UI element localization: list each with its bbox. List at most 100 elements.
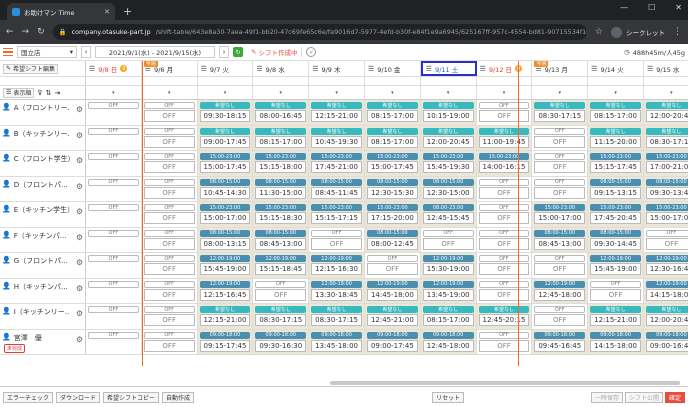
employee-cell[interactable]: 👤 F（キッチンパ... ⚙ [0, 227, 86, 252]
shift-cell[interactable]: 08:00-15:00 08:45-11:45 [309, 176, 365, 201]
employee-cell[interactable]: 👤 B（キッチンリー... ⚙ [0, 125, 86, 150]
shift-cell[interactable]: OFF OFF [532, 151, 589, 176]
shift-cell[interactable]: 15:00-23:0015:00-17:00 [197, 202, 254, 227]
forward-icon[interactable]: → [22, 27, 30, 37]
shift-publish-button[interactable]: シフト公開 [624, 391, 663, 403]
shift-cell[interactable]: 15:00-23:00 15:15-17:15 [309, 202, 365, 227]
shift-cell[interactable]: 希望なし 08:00-16:45 [253, 100, 310, 125]
shift-time[interactable]: OFF [311, 237, 362, 250]
star-icon[interactable]: ☆ [595, 27, 603, 37]
shift-cell[interactable]: OFF [86, 227, 142, 252]
shift-cell[interactable]: 15:00-23:00 15:15-18:00 [253, 151, 310, 176]
day-header-1[interactable]: ☰ 9/6 月今週 [142, 61, 198, 76]
shift-cell[interactable]: OFF OFF [477, 278, 533, 303]
shift-time[interactable]: 08:15-17:00 [255, 135, 307, 148]
shift-cell[interactable]: OFF OFF [142, 151, 198, 176]
shift-cell[interactable]: 12:00-19:00 13:45-19:00 [420, 278, 477, 303]
shift-cell[interactable]: 08:00-15:00 10:45-14:30 [197, 176, 254, 201]
shift-time[interactable]: OFF [143, 212, 195, 224]
shift-cell[interactable]: OFF OFF [477, 227, 533, 252]
shift-cell[interactable]: OFF OFF [532, 176, 589, 201]
day-sort-cell[interactable]: ▾ [644, 86, 688, 99]
shift-time[interactable]: 15:45-19:30 [422, 161, 474, 173]
maximize-icon[interactable]: ☐ [648, 3, 655, 12]
reload-icon[interactable]: ↻ [37, 27, 45, 37]
shift-cell[interactable]: 15:00-23:00 15:45-19:30 [420, 151, 477, 176]
shift-time[interactable]: 15:30-19:00 [422, 263, 474, 275]
shift-cell[interactable]: 希望なし08:30-17:15 [309, 304, 365, 329]
shift-time[interactable]: 15:15-18:00 [255, 161, 307, 173]
shift-time[interactable]: OFF [534, 263, 586, 275]
shift-time[interactable]: 12:45-15:45 [422, 212, 474, 224]
shift-time[interactable]: 11:30-15:00 [255, 186, 307, 199]
shift-time[interactable]: 08:30-17:15 [255, 314, 307, 326]
shift-cell[interactable]: 08:00-15:00 12:30-15:00 [420, 176, 477, 201]
shift-cell[interactable]: OFF OFF [253, 278, 310, 303]
day-header-3[interactable]: ☰ 9/8 水 [253, 61, 310, 76]
shift-cell[interactable]: 08:00-15:00 09:15-13:15 [588, 176, 644, 201]
shift-cell[interactable]: 12:00-19:00 15:45-19:00 [197, 253, 254, 278]
shift-cell[interactable]: OFF OFF [142, 227, 198, 252]
day-header-7[interactable]: ☰9/12 日0 [477, 61, 533, 76]
close-tab-icon[interactable]: ✕ [104, 8, 110, 16]
shift-cell[interactable]: 希望なし 10:15-19:00 [420, 100, 477, 125]
shift-cell[interactable]: OFF [86, 278, 142, 303]
day-menu-icon[interactable]: ☰ [201, 65, 207, 73]
shift-time[interactable]: 14:15-18:00 [590, 339, 641, 352]
day-menu-icon[interactable]: ☰ [368, 65, 374, 73]
gear-icon[interactable]: ⚙ [76, 233, 83, 242]
shift-cell[interactable]: 08:00-15:00 08:45-13:00 [532, 227, 589, 252]
shift-cell[interactable]: 12:00-19:0012:30-16:45 [643, 253, 688, 278]
shift-cell[interactable]: 15:00-23:00 17:15-20:00 [364, 202, 421, 227]
shift-time[interactable]: OFF [534, 186, 586, 199]
display-order-button[interactable]: ☰ 表示順 [3, 87, 35, 98]
shift-cell[interactable]: OFF OFF [142, 176, 198, 201]
shift-time[interactable]: 08:00-12:45 [366, 237, 418, 250]
shift-cell[interactable]: OFF OFF [142, 253, 198, 278]
shift-cell[interactable]: 希望なし 12:45-21:00 [364, 304, 421, 329]
day-sort-cell[interactable]: ▾ [532, 86, 589, 99]
gear-icon[interactable]: ⚙ [76, 182, 83, 191]
shift-cell[interactable]: 希望なし08:30-17:15 [253, 304, 310, 329]
day-sort-cell[interactable]: ▾ [198, 86, 254, 99]
shift-cell[interactable]: 希望なし 08:15-17:00 [420, 304, 477, 329]
day-sort-cell[interactable]: ▾ [309, 86, 365, 99]
shift-time[interactable]: OFF [143, 161, 195, 173]
shift-cell[interactable]: OFF [86, 304, 142, 329]
shift-time[interactable]: OFF [143, 288, 195, 301]
day-menu-icon[interactable]: ☰ [312, 65, 318, 73]
new-tab-icon[interactable]: + [123, 5, 132, 18]
shift-cell[interactable]: 12:00-19:00 12:45-18:00 [532, 278, 589, 303]
temp-save-button[interactable]: 一時保存 [590, 391, 623, 403]
shift-time[interactable]: 15:15-18:30 [255, 212, 307, 224]
reset-button[interactable]: リセット [432, 391, 465, 403]
shift-cell[interactable]: 希望なし 11:00-19:45 [476, 125, 533, 150]
shift-cell[interactable]: OFF [86, 125, 142, 150]
shift-time[interactable]: OFF [534, 135, 586, 148]
shift-time[interactable]: 17:45-20:45 [590, 212, 641, 224]
request-edit-button[interactable]: ✎ 希望シフト編集 [3, 63, 58, 74]
day-header-4[interactable]: ☰ 9/9 木 [309, 61, 365, 76]
shift-time[interactable]: OFF [590, 288, 641, 301]
confirm-button[interactable]: 確定 [664, 391, 685, 403]
address-bar[interactable]: 🔒 company.otasuke-part.jp/shift-table/64… [52, 24, 587, 40]
shift-time[interactable]: OFF [478, 186, 530, 199]
employee-cell[interactable]: 👤 D（フロントパ... ⚙ [0, 176, 86, 201]
shift-time[interactable]: 08:15-17:00 [366, 110, 418, 122]
shift-time[interactable]: 08:15-17:00 [366, 135, 418, 148]
shift-cell[interactable]: 希望なし12:00-20:45 [643, 100, 688, 125]
employee-cell[interactable]: 👤 E（キッチン学生） ⚙ [0, 202, 86, 227]
gear-icon[interactable]: ⚙ [76, 309, 83, 318]
shift-cell[interactable]: 08:00-15:00 12:30-15:30 [364, 176, 421, 201]
shift-cell[interactable]: 希望なし08:30-17:15 [532, 100, 589, 125]
shift-time[interactable]: OFF [143, 135, 195, 148]
day-menu-icon[interactable]: ☰ [89, 65, 95, 73]
shift-cell[interactable]: OFF [86, 100, 142, 125]
shift-time[interactable]: 09:30-18:15 [199, 110, 251, 122]
shift-cell[interactable]: 08:00-23:00 12:45-15:45 [420, 202, 477, 227]
shift-cell[interactable]: 希望なし 08:15-17:00 [588, 100, 644, 125]
day-menu-icon[interactable]: ☰ [256, 65, 262, 73]
shift-cell[interactable]: 08:00-15:0009:30-13:45 [643, 176, 688, 201]
shift-time[interactable]: 12:00-20:45 [645, 110, 688, 122]
day-header-2[interactable]: ☰ 9/7 火 [198, 61, 254, 76]
